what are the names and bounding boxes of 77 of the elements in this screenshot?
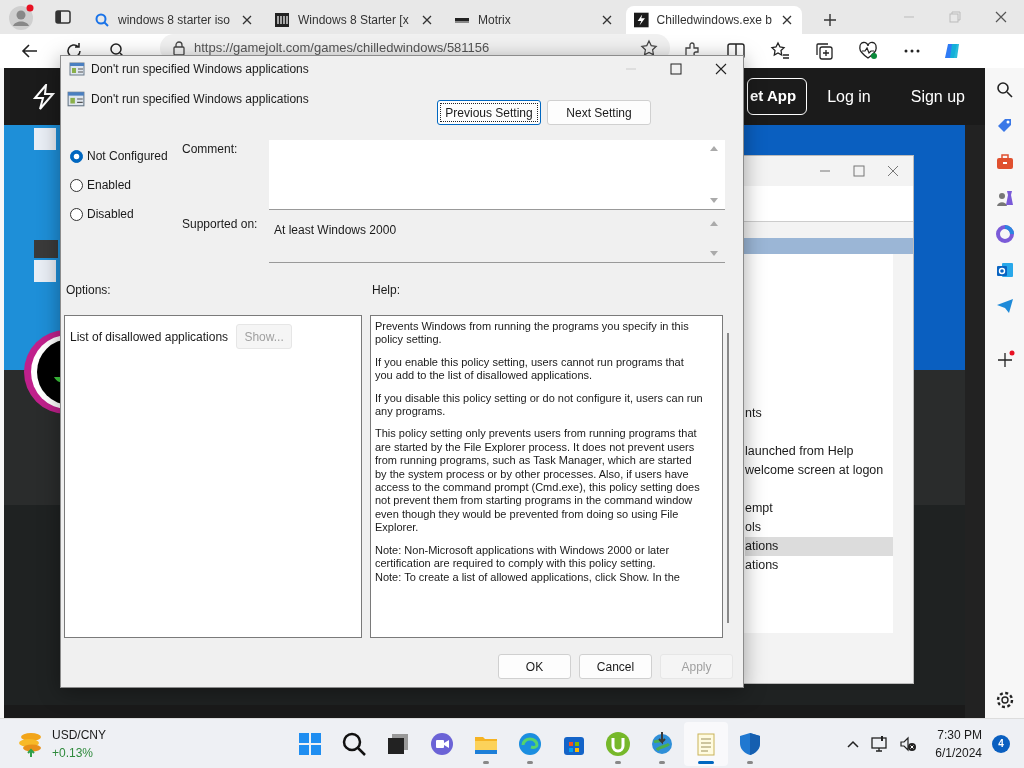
nav-button[interactable]: Previous Setting (437, 100, 541, 125)
section-label: Help: (372, 282, 400, 299)
browser-tab[interactable]: windows 8 starter iso (86, 6, 262, 34)
close-icon[interactable] (780, 13, 794, 27)
tab-title: Windows 8 Starter [x (298, 12, 409, 29)
browser-tab[interactable]: Chilledwindows.exe b (626, 6, 802, 34)
policy-name: Don't run specified Windows applications (91, 91, 310, 108)
site-icon (274, 12, 290, 28)
policy-icon (67, 90, 85, 108)
tab-title: windows 8 starter iso (118, 12, 231, 29)
nav-button[interactable]: Next Setting (547, 100, 651, 125)
logo-icon[interactable] (32, 83, 56, 110)
close-icon[interactable] (600, 13, 614, 27)
torrent-icon (604, 729, 632, 758)
list-item[interactable]: ols (745, 518, 893, 537)
network-icon[interactable] (871, 734, 890, 753)
radio-button[interactable] (70, 207, 83, 221)
help-paragraph: This policy setting only prevents users from running programs that are started by the File Explorer process. It does not prevent users from running programs, such as Task Manager, which are started by the system process or by other processes. Also, if users have access to the command prompt (Cmd.exe), this policy setting does not prevent them from starting programs in the command window even though they would be prevented from doing so using File Explorer. (375, 427, 701, 535)
widget-change: +0.13% (52, 744, 95, 762)
clock-date[interactable]: 6/1/2024 (935, 743, 982, 762)
tab-title: Motrix (478, 12, 511, 29)
outlook-icon[interactable] (994, 260, 1015, 280)
widget-title: USD/CNY (52, 726, 106, 744)
notification-badge[interactable]: 4 (992, 734, 1010, 753)
radio-option[interactable]: Disabled (70, 205, 182, 223)
field-label: Comment: (182, 141, 239, 158)
list-item[interactable]: ations (745, 537, 893, 556)
profile-icon[interactable] (8, 3, 36, 31)
browser-tab[interactable]: Motrix (446, 6, 622, 34)
dialog-button[interactable]: Cancel (579, 654, 652, 679)
favorites-icon[interactable] (770, 41, 790, 61)
dialog-button[interactable]: OK (498, 654, 571, 679)
list-item[interactable]: launched from Help (745, 442, 893, 461)
health-icon[interactable] (858, 41, 878, 61)
supported-value: At least Windows 2000 (274, 223, 397, 237)
help-paragraph: Note: Non-Microsoft applications with Windows 2000 or later certification are required to comply with this policy setting. Note: To create a list of allowed applications, click Show. In the (375, 543, 681, 584)
radio-button[interactable] (70, 149, 83, 163)
section-label: Options: (66, 282, 112, 299)
clock-time[interactable]: 7:30 PM (937, 725, 982, 744)
site-icon (634, 12, 649, 28)
radio-option[interactable]: Not Configured (70, 147, 182, 165)
tab-title: Chilledwindows.exe b (656, 12, 772, 29)
get-app-button[interactable]: et App (747, 78, 808, 115)
close-icon[interactable] (240, 13, 254, 27)
new-tab-icon[interactable] (822, 12, 838, 28)
muted-volume-icon[interactable] (899, 734, 918, 753)
copilot-icon[interactable] (942, 41, 962, 61)
url-text: https://gamejolt.com/games/chilledwindows/581156 (194, 39, 490, 58)
coins-icon[interactable] (18, 730, 44, 757)
maximize-icon[interactable] (853, 165, 865, 177)
help-paragraph: Prevents Windows from running the programs you specify in this policy setting. (375, 320, 690, 347)
close-icon[interactable] (420, 13, 434, 27)
star-icon[interactable] (640, 39, 658, 57)
toolbox-icon[interactable] (994, 152, 1015, 172)
list-item[interactable]: welcome screen at logon (745, 461, 893, 480)
list-item[interactable]: nts (745, 404, 893, 423)
radio-option[interactable]: Enabled (70, 176, 182, 194)
help-paragraph: If you disable this policy setting or do not configure it, users can run any programs. (375, 391, 704, 419)
game-pieces-icon[interactable] (994, 188, 1015, 208)
list-item[interactable]: ations (745, 556, 893, 575)
header-link[interactable]: Log in (821, 83, 877, 110)
browser-tab[interactable]: Windows 8 Starter [x (266, 6, 442, 34)
list-item[interactable]: empt (745, 499, 893, 518)
policy-icon (69, 61, 85, 77)
tab-actions-icon[interactable] (54, 8, 72, 26)
office-icon[interactable] (994, 224, 1015, 244)
lock-icon (172, 40, 186, 56)
field-label: Supported on: (182, 216, 259, 233)
dialog-title: Don't run specified Windows applications (91, 61, 309, 78)
help-paragraph: If you enable this policy setting, users cannot run programs that you add to the list of disallowed applications. (375, 355, 685, 383)
option-label: List of disallowed applications (70, 328, 229, 346)
radio-button[interactable] (70, 178, 83, 192)
collections-icon[interactable] (814, 41, 834, 61)
search-icon[interactable] (994, 80, 1015, 100)
header-link[interactable]: Sign up (904, 83, 971, 110)
site-icon (94, 12, 110, 28)
settings-icon[interactable] (994, 690, 1015, 710)
